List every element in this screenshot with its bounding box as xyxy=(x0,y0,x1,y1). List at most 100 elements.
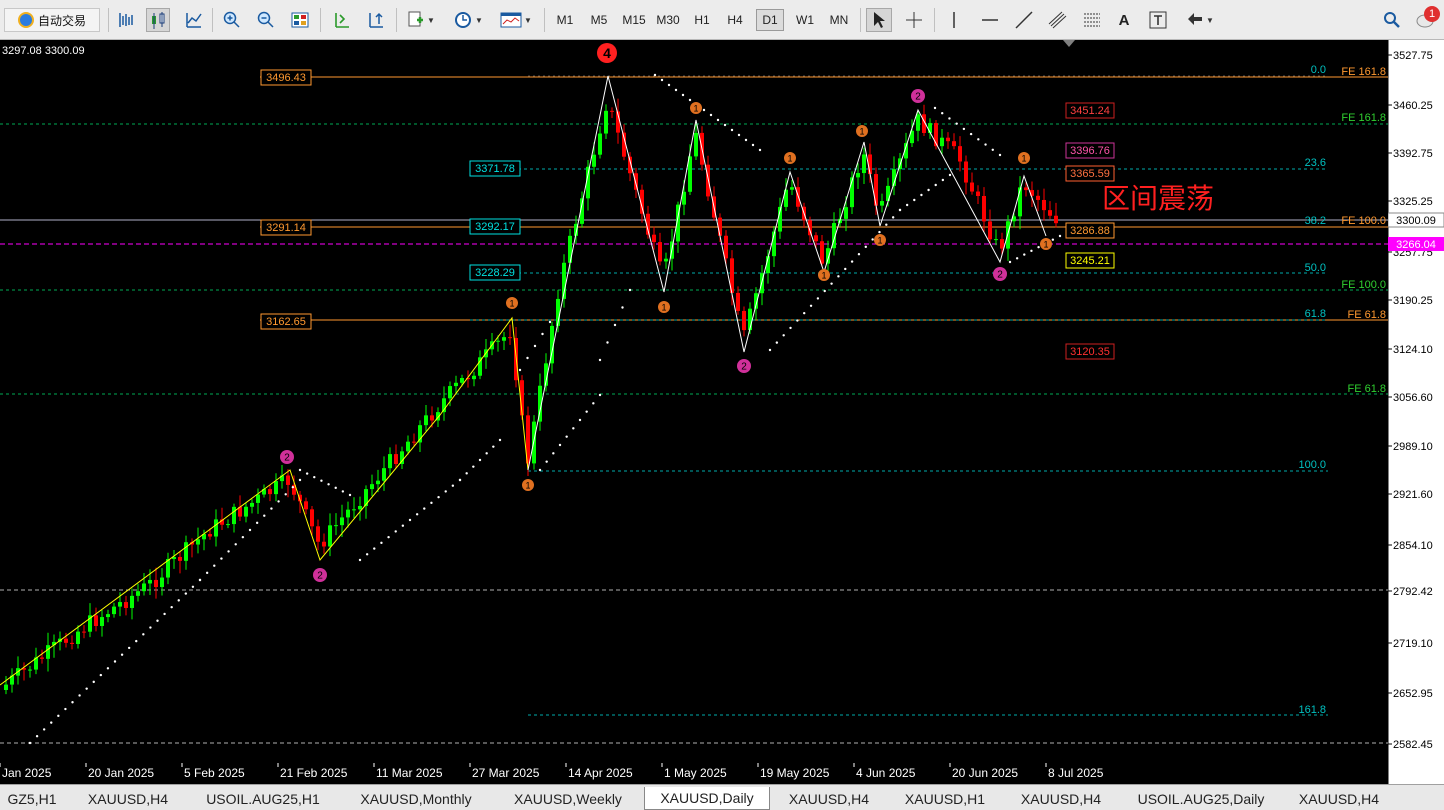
candle-body xyxy=(424,415,428,426)
sar-dot xyxy=(334,486,337,490)
sar-dot xyxy=(241,535,245,539)
timeframe-m5[interactable]: M5 xyxy=(584,9,614,31)
tab-3[interactable]: USOIL.AUG25,H1 xyxy=(188,787,338,810)
autotrade-button[interactable]: 自动交易 xyxy=(4,8,100,32)
timeframe-m30[interactable]: M30 xyxy=(652,9,684,31)
time-axis: Jan 2025 20 Jan 2025 5 Feb 2025 21 Feb 2025… xyxy=(0,763,1388,784)
time-tick-label: 8 Jul 2025 xyxy=(1048,766,1104,780)
sar-dot xyxy=(518,368,522,372)
wave-1-label: 1 xyxy=(1043,240,1048,250)
time-tick-label: 21 Feb 2025 xyxy=(280,766,348,780)
search-icon[interactable] xyxy=(1380,8,1404,32)
tab-8[interactable]: XAUUSD,H1 xyxy=(888,787,1002,810)
text-label-icon[interactable] xyxy=(1146,8,1170,32)
box-target-5: 3245.21 xyxy=(1070,255,1110,267)
time-tick-label: 4 Jun 2025 xyxy=(856,766,916,780)
zoom-out-icon[interactable] xyxy=(254,8,278,32)
timeframe-d1[interactable]: D1 xyxy=(756,9,784,31)
time-tick-label: 11 Mar 2025 xyxy=(376,766,443,780)
tab-10[interactable]: USOIL.AUG25,Daily xyxy=(1120,787,1282,810)
tile-windows-icon[interactable] xyxy=(288,8,312,32)
cursor-icon[interactable] xyxy=(866,8,892,32)
sar-dot xyxy=(298,478,302,482)
sar-dot xyxy=(57,714,60,718)
sar-dot xyxy=(660,78,664,82)
tab-7[interactable]: XAUUSD,H4 xyxy=(772,787,886,810)
candle-body xyxy=(274,481,278,495)
sar-dot xyxy=(969,132,973,136)
sar-dot xyxy=(85,687,88,690)
candle-body xyxy=(100,617,104,626)
sar-dot xyxy=(1030,249,1033,253)
arrows-dropdown[interactable]: ▼ xyxy=(1180,8,1220,32)
sar-dot xyxy=(878,230,881,234)
periods-dropdown[interactable]: ▼ xyxy=(448,8,488,32)
fib-label-618: 61.8 xyxy=(1305,308,1326,320)
sar-dot xyxy=(927,188,930,192)
wave-4-marker: 4 xyxy=(597,43,617,63)
sar-dot xyxy=(830,282,833,285)
indicators-dropdown[interactable]: ▼ xyxy=(404,8,438,32)
sar-dot xyxy=(127,646,131,650)
line-chart-icon[interactable] xyxy=(182,8,206,32)
tab-6-active[interactable]: XAUUSD,Daily xyxy=(644,787,770,810)
price-boxes-right: 3451.24 3396.76 3365.59 3286.88 3245.21 … xyxy=(1065,102,1115,360)
tab-9[interactable]: XAUUSD,H4 xyxy=(1004,787,1118,810)
candle-body xyxy=(604,110,608,134)
timeframe-m15[interactable]: M15 xyxy=(618,9,650,31)
vertical-line-icon[interactable] xyxy=(944,8,964,32)
text-tool-icon[interactable]: A xyxy=(1114,8,1134,32)
fib-label-100: 100.0 xyxy=(1298,459,1326,471)
chart-area[interactable]: 3496.43 3291.14 3162.65 3371.78 3292.17 … xyxy=(0,40,1388,784)
sar-dot xyxy=(255,521,259,525)
crosshair-icon[interactable] xyxy=(902,8,926,32)
tab-5[interactable]: XAUUSD,Weekly xyxy=(494,787,642,810)
sar-dot xyxy=(415,513,419,516)
zoom-in-icon[interactable] xyxy=(220,8,244,32)
sar-dot xyxy=(198,578,202,582)
candle-body xyxy=(316,526,320,542)
wave-1-label: 1 xyxy=(877,236,882,246)
candle-body xyxy=(652,234,656,243)
scroll-end-icon[interactable] xyxy=(330,8,354,32)
sar-dot xyxy=(948,173,952,177)
timeframe-m1[interactable]: M1 xyxy=(550,9,580,31)
sar-dot xyxy=(545,460,548,463)
timeframe-h1[interactable]: H1 xyxy=(688,9,716,31)
shift-marker[interactable] xyxy=(1063,40,1075,47)
timeframe-mn[interactable]: MN xyxy=(824,9,854,31)
horizontal-line-icon[interactable] xyxy=(978,8,1002,32)
bar-chart-icon[interactable] xyxy=(114,8,138,32)
timeframe-h4[interactable]: H4 xyxy=(720,9,750,31)
tab-2[interactable]: XAUUSD,H4 xyxy=(70,787,186,810)
candle-body xyxy=(880,201,884,206)
templates-dropdown[interactable]: ▼ xyxy=(496,8,536,32)
wave-1-label: 1 xyxy=(859,127,864,137)
candle-body xyxy=(64,638,68,643)
timeframe-w1[interactable]: W1 xyxy=(790,9,820,31)
candle-body xyxy=(1048,210,1052,216)
tab-1[interactable]: GZ5,H1 xyxy=(0,787,68,810)
sar-dot xyxy=(667,83,671,87)
candle-body xyxy=(112,606,116,615)
candle-body xyxy=(844,207,848,219)
notifications-button[interactable]: 1 xyxy=(1412,6,1440,32)
sar-dot xyxy=(782,334,785,337)
candlestick-chart-icon[interactable] xyxy=(146,8,170,32)
sar-dot xyxy=(387,535,390,539)
tab-11[interactable]: XAUUSD,H4 xyxy=(1284,787,1394,810)
sar-dot xyxy=(948,117,951,120)
sar-dot xyxy=(653,73,657,77)
sar-dot xyxy=(796,319,799,322)
price-axis[interactable]: 3527.75 3460.25 3392.75 3325.25 3257.75 3190.… xyxy=(1387,40,1444,784)
tab-4[interactable]: XAUUSD,Monthly xyxy=(340,787,492,810)
trendline-icon[interactable] xyxy=(1012,8,1036,32)
sar-dot xyxy=(263,514,266,517)
sar-dot xyxy=(113,660,117,663)
candle-body xyxy=(958,146,962,162)
chart-shift-icon[interactable] xyxy=(364,8,388,32)
sar-dot xyxy=(1015,257,1019,260)
sar-dot xyxy=(716,118,720,122)
fibonacci-icon[interactable] xyxy=(1080,8,1104,32)
equidistant-channel-icon[interactable] xyxy=(1046,8,1070,32)
